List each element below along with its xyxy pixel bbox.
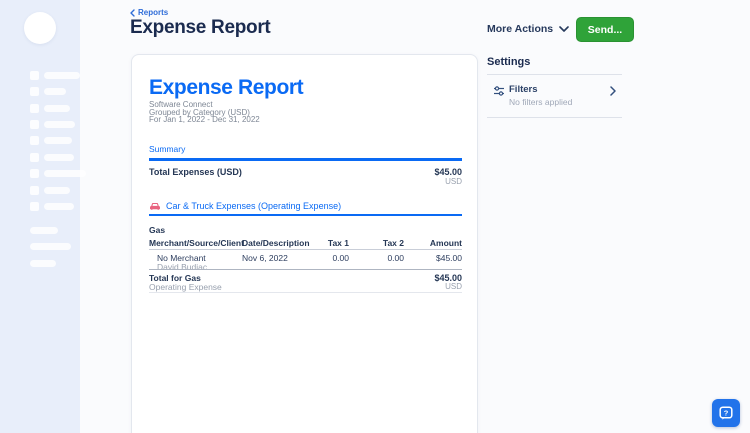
sidebar-footer-link[interactable] xyxy=(30,243,71,250)
breadcrumb[interactable]: Reports xyxy=(130,8,168,17)
sidebar-item[interactable] xyxy=(0,202,80,214)
filters-label: Filters xyxy=(509,84,538,95)
table-total-divider xyxy=(149,268,462,270)
table-header-divider xyxy=(149,248,462,250)
filter-sliders-icon xyxy=(493,84,505,102)
svg-text:?: ? xyxy=(724,408,729,417)
sidebar-item[interactable] xyxy=(0,169,86,181)
settings-divider xyxy=(487,117,622,118)
sidebar-item-label xyxy=(44,203,74,210)
sidebar-footer-link[interactable] xyxy=(30,260,56,267)
table-end-divider xyxy=(149,291,462,293)
chevron-down-icon xyxy=(559,26,569,32)
breadcrumb-label: Reports xyxy=(138,8,169,17)
sidebar-item-label xyxy=(44,72,80,79)
sidebar xyxy=(0,0,86,433)
sidebar-item-label xyxy=(44,105,70,112)
report-card: Expense Report Software Connect Grouped … xyxy=(131,54,478,433)
table-header-tax1: Tax 1 xyxy=(327,238,349,248)
sidebar-icon xyxy=(30,169,39,178)
sidebar-footer-link[interactable] xyxy=(30,227,58,234)
sidebar-icon xyxy=(30,186,39,195)
sidebar-item[interactable] xyxy=(0,153,80,165)
summary-total-amount: $45.00 xyxy=(434,167,462,177)
summary-total-label: Total Expenses (USD) xyxy=(149,167,242,177)
filters-row[interactable]: Filters No filters applied xyxy=(487,80,622,112)
help-chat-button[interactable]: ? xyxy=(712,399,740,427)
sidebar-item-label xyxy=(44,187,70,194)
sidebar-icon xyxy=(30,120,39,129)
category-link[interactable]: Car & Truck Expenses (Operating Expense) xyxy=(149,201,341,211)
sidebar-item-label xyxy=(44,137,72,144)
help-bubble-icon: ? xyxy=(719,406,733,420)
summary-total-currency: USD xyxy=(445,176,462,186)
more-actions-label: More Actions xyxy=(487,23,554,35)
sidebar-icon xyxy=(30,87,39,96)
page-title: Expense Report xyxy=(130,17,271,38)
cell-date: Nov 6, 2022 xyxy=(242,252,288,263)
cell-amount: $45.00 xyxy=(436,252,462,263)
summary-heading: Summary xyxy=(149,144,186,154)
sidebar-item-label xyxy=(44,88,66,95)
section-divider xyxy=(149,158,462,161)
cell-tax1: 0.00 xyxy=(332,252,349,263)
sidebar-icon xyxy=(30,136,39,145)
table-header-amount: Amount xyxy=(429,238,462,248)
send-button[interactable]: Send... xyxy=(576,17,634,42)
car-icon xyxy=(150,202,160,210)
sidebar-icon xyxy=(30,71,39,80)
sidebar-item[interactable] xyxy=(0,136,80,148)
sidebar-item[interactable] xyxy=(0,186,80,198)
sidebar-icon xyxy=(30,202,39,211)
category-heading: Car & Truck Expenses (Operating Expense) xyxy=(166,201,342,211)
section-divider xyxy=(149,213,462,216)
sidebar-item[interactable] xyxy=(0,71,80,83)
total-sublabel: Operating Expense xyxy=(149,281,222,292)
cell-client: David Budiac xyxy=(157,261,208,272)
more-actions-button[interactable]: More Actions xyxy=(487,23,569,35)
settings-divider xyxy=(487,74,622,75)
filters-status: No filters applied xyxy=(509,97,573,107)
chevron-right-icon xyxy=(610,83,616,101)
table-header-merchant: Merchant/Source/Client xyxy=(149,238,244,248)
app-logo xyxy=(24,12,56,44)
sidebar-item-label xyxy=(44,154,74,161)
sidebar-item-label xyxy=(44,121,75,128)
sidebar-icon xyxy=(30,104,39,113)
sidebar-item[interactable] xyxy=(0,120,80,132)
report-title: Expense Report xyxy=(149,76,304,99)
sidebar-icon xyxy=(30,153,39,162)
settings-heading: Settings xyxy=(487,56,531,68)
expense-report-page: Reports Expense Report More Actions Send… xyxy=(0,0,750,433)
sidebar-item[interactable] xyxy=(0,87,80,99)
subcategory-label: Gas xyxy=(149,225,166,235)
total-currency: USD xyxy=(445,281,462,291)
sidebar-item-label xyxy=(44,170,86,177)
send-button-label: Send... xyxy=(587,23,623,36)
report-period: For Jan 1, 2022 - Dec 31, 2022 xyxy=(149,115,260,124)
chevron-left-icon xyxy=(130,8,135,17)
sidebar-item[interactable] xyxy=(0,104,80,116)
